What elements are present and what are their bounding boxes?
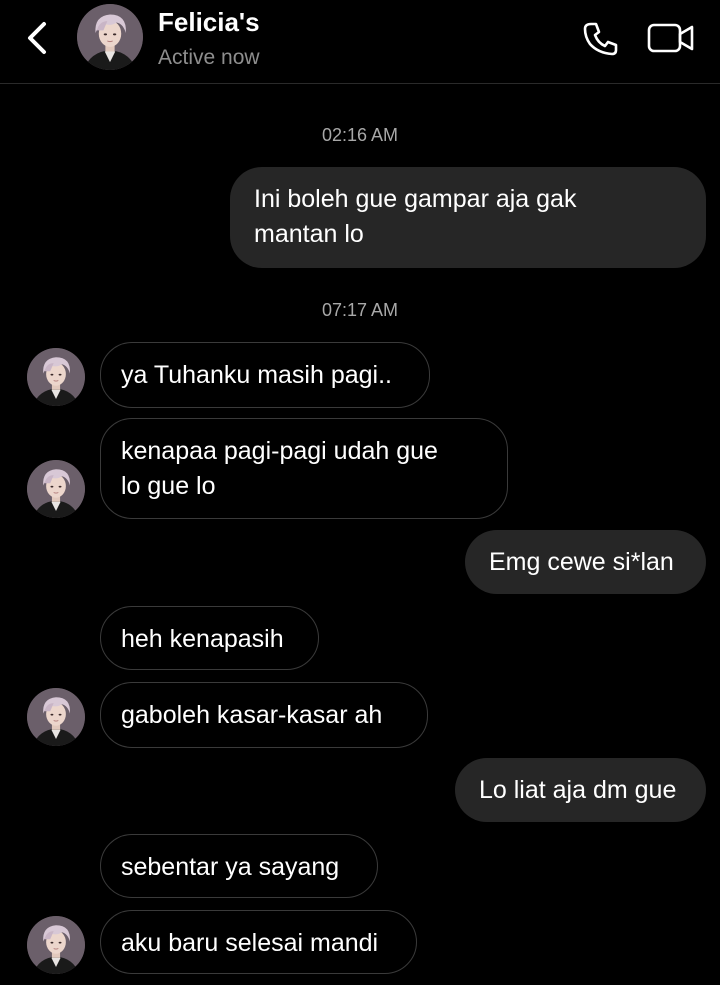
video-call-button[interactable] xyxy=(646,20,696,56)
message-text-line: mantan lo xyxy=(254,220,364,248)
outgoing-message[interactable]: Emg cewe si*lan xyxy=(465,530,706,594)
sender-avatar[interactable] xyxy=(27,460,85,518)
contact-name[interactable]: Felicia's xyxy=(158,7,260,37)
back-button[interactable] xyxy=(20,18,56,58)
message-timestamp: 02:16 AM xyxy=(321,125,399,145)
message-text: Lo liat aja dm gue xyxy=(479,776,677,804)
incoming-message[interactable]: kenapaa pagi-pagi udah gue lo gue lo xyxy=(100,418,508,519)
incoming-message[interactable]: heh kenapasih xyxy=(100,606,319,670)
message-text-line: lo gue lo xyxy=(121,472,216,500)
message-text: gaboleh kasar-kasar ah xyxy=(121,701,383,729)
voice-call-button[interactable] xyxy=(580,19,620,59)
message-text: ya Tuhanku masih pagi.. xyxy=(121,361,392,389)
incoming-message[interactable]: gaboleh kasar-kasar ah xyxy=(100,682,428,748)
sender-avatar[interactable] xyxy=(27,688,85,746)
message-text: sebentar ya sayang xyxy=(121,853,340,881)
profile-avatar[interactable] xyxy=(77,4,143,70)
message-text-line: kenapaa pagi-pagi udah gue xyxy=(121,437,438,465)
sender-avatar[interactable] xyxy=(27,348,85,406)
incoming-message[interactable]: ya Tuhanku masih pagi.. xyxy=(100,342,430,408)
message-text-line: Ini boleh gue gampar aja gak xyxy=(254,185,577,213)
sender-avatar[interactable] xyxy=(27,916,85,974)
message-timestamp: 07:17 AM xyxy=(321,300,399,320)
active-status: Active now xyxy=(158,46,260,69)
phone-icon xyxy=(583,22,618,56)
outgoing-message[interactable]: Ini boleh gue gampar aja gak mantan lo xyxy=(230,167,706,268)
incoming-message[interactable]: aku baru selesai mandi xyxy=(100,910,417,974)
message-text: aku baru selesai mandi xyxy=(121,929,379,957)
message-text: Emg cewe si*lan xyxy=(489,548,674,576)
incoming-message[interactable]: sebentar ya sayang xyxy=(100,834,378,898)
chat-header: Felicia's Active now xyxy=(0,0,720,84)
message-text: heh kenapasih xyxy=(121,625,284,653)
video-camera-icon xyxy=(647,23,694,53)
chevron-left-icon xyxy=(28,22,46,54)
outgoing-message[interactable]: Lo liat aja dm gue xyxy=(455,758,706,822)
